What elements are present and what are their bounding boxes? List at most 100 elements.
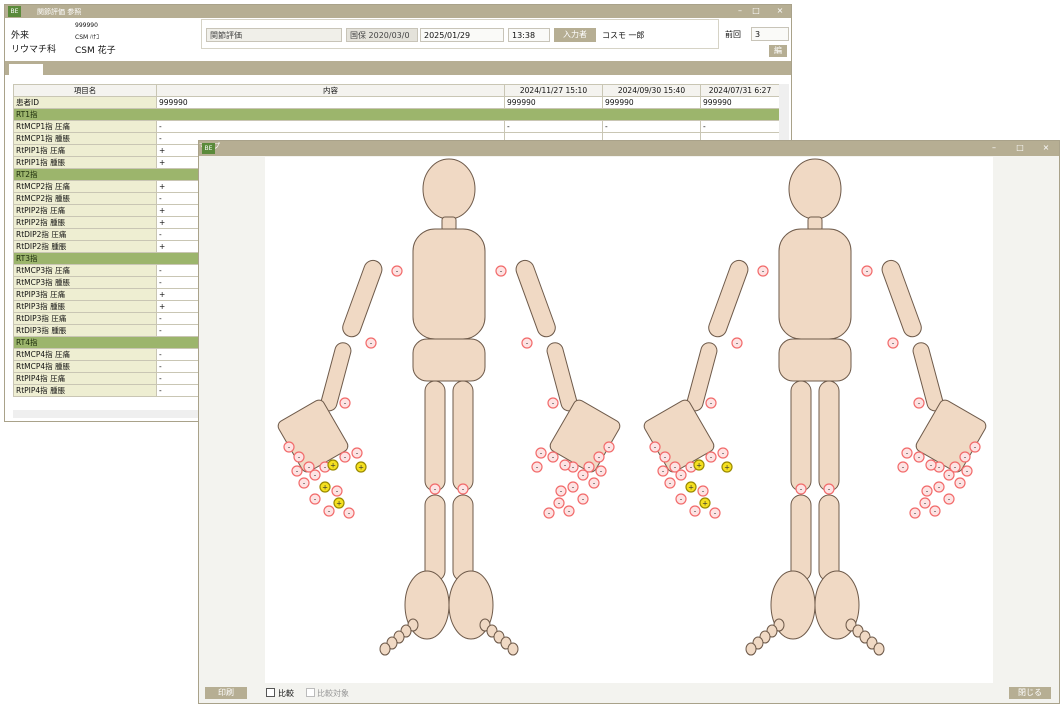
app-icon: BE [8, 6, 21, 17]
patient-id: 999990 [75, 22, 98, 29]
row-name-cell: RtDIP3指 腫脹 [13, 324, 157, 337]
body-figure-back: - -- -- -- -------- +--+- +---+--- ------- ---- -… [643, 158, 987, 656]
section-label: RT1指 [13, 108, 779, 121]
row-name-cell: 患者ID [13, 96, 157, 109]
pelvis [412, 338, 486, 382]
maximize-icon[interactable]: □ [749, 6, 763, 15]
hand-right [915, 399, 987, 473]
joint-marker-sign: + [724, 464, 730, 472]
dept-rheumatology: リウマチ科 [11, 45, 57, 55]
joint-marker-sign: + [702, 500, 708, 508]
prev-count-stepper[interactable]: 3 [751, 27, 789, 41]
row-value-cell[interactable]: 999990 [156, 96, 505, 109]
row-value-cell: - [602, 120, 701, 133]
compare-target-label: 比較対象 [317, 689, 349, 698]
compare-checkbox[interactable] [266, 688, 275, 697]
map-window: BE マップ – □ × ---------------+--+-+---+--… [198, 140, 1060, 704]
column-header[interactable]: 2024/07/31 6:27 [700, 84, 779, 97]
close-icon[interactable]: × [1039, 143, 1053, 152]
close-button[interactable]: 閉じる [1009, 687, 1051, 699]
row-name-cell: RtPIP2指 圧痛 [13, 204, 157, 217]
joint-marker-sign: + [688, 484, 694, 492]
date-field[interactable]: 2025/01/29 [420, 28, 504, 42]
minimize-icon[interactable]: – [733, 6, 747, 15]
row-value-cell: 999990 [602, 96, 701, 109]
body-figure-front: - -- -- -- -------- +--+- +---+--- ------- ---- -… [277, 158, 621, 656]
joint-marker-sign: + [330, 462, 336, 470]
toe [379, 642, 391, 656]
section-row: RT1指 [13, 108, 779, 121]
app-icon: BE [202, 143, 215, 154]
entry-toolbar: 関節評価 国保 2020/03/0 2025/01/29 13:38 入力者 コ… [201, 19, 719, 49]
dept-outpatient: 外来 [11, 31, 30, 41]
upper-arm-right [881, 259, 922, 338]
row-value-cell[interactable]: - [156, 120, 505, 133]
patient-kana: CSM ﾊﾅｺ [75, 34, 100, 41]
row-name-cell: RtMCP2指 圧痛 [13, 180, 157, 193]
shin-left [790, 494, 812, 582]
thigh-left [790, 380, 812, 492]
row-name-cell: RtPIP4指 腫脹 [13, 384, 157, 397]
column-header[interactable]: 2024/11/27 15:10 [504, 84, 603, 97]
hand-left [277, 399, 349, 473]
tab-main[interactable] [9, 64, 43, 75]
row-name-cell: RtMCP4指 圧痛 [13, 348, 157, 361]
row-name-cell: RtPIP3指 腫脹 [13, 300, 157, 313]
row-name-cell: RtPIP2指 腫脹 [13, 216, 157, 229]
column-header[interactable]: 2024/09/30 15:40 [602, 84, 701, 97]
row-name-cell: RtPIP1指 腫脹 [13, 156, 157, 169]
time-field[interactable]: 13:38 [508, 28, 550, 42]
row-name-cell: RtPIP1指 圧痛 [13, 144, 157, 157]
title-bar[interactable]: BE 関節評価 参照 – □ × [5, 5, 791, 18]
head [788, 158, 842, 220]
hand-right [549, 399, 621, 473]
print-button[interactable]: 印刷 [205, 687, 247, 699]
upper-arm-left [708, 259, 749, 338]
row-name-cell: RtPIP3指 圧痛 [13, 288, 157, 301]
window-title: 関節評価 参照 [37, 8, 82, 16]
thigh-right [818, 380, 840, 492]
toe [507, 642, 519, 656]
edit-button[interactable]: 編 [769, 45, 787, 57]
row-value-cell: - [700, 120, 779, 133]
map-title-bar[interactable]: BE マップ – □ × [199, 141, 1059, 156]
shin-right [452, 494, 474, 582]
tab-strip [5, 61, 791, 75]
joint-marker-sign: + [696, 462, 702, 470]
shin-left [424, 494, 446, 582]
toe [745, 642, 757, 656]
compare-label: 比較 [278, 689, 294, 698]
thigh-left [424, 380, 446, 492]
row-value-cell: 999990 [700, 96, 779, 109]
row-value-cell: - [504, 120, 603, 133]
joint-marker-sign: + [358, 464, 364, 472]
hand-left [643, 399, 715, 473]
row-name-cell: RtMCP4指 腫脹 [13, 360, 157, 373]
compare-target-checkbox[interactable] [306, 688, 315, 697]
minimize-icon[interactable]: – [987, 143, 1001, 152]
row-value-cell: 999990 [504, 96, 603, 109]
row-name-cell: RtDIP2指 圧痛 [13, 228, 157, 241]
joint-marker-sign: + [322, 484, 328, 492]
table-row[interactable]: 患者ID 999990 999990 999990 999990 [13, 96, 779, 109]
shin-right [818, 494, 840, 582]
upper-arm-right [515, 259, 556, 338]
head [422, 158, 476, 220]
maximize-icon[interactable]: □ [1013, 143, 1027, 152]
thigh-right [452, 380, 474, 492]
insurance-select[interactable]: 国保 2020/03/0 [346, 28, 418, 42]
table-row[interactable]: RtMCP1指 圧痛 - - - - [13, 120, 779, 133]
eval-type-field[interactable]: 関節評価 [206, 28, 342, 42]
torso [778, 228, 852, 340]
input-user-button[interactable]: 入力者 [554, 28, 596, 42]
patient-header: 外来 リウマチ科 999990 CSM ﾊﾅｺ CSM 花子 関節評価 国保 2… [5, 19, 791, 61]
column-header[interactable]: 項目名 [13, 84, 157, 97]
column-header[interactable]: 内容 [156, 84, 505, 97]
close-icon[interactable]: × [773, 6, 787, 15]
map-footer: 印刷 比較 比較対象 閉じる [199, 683, 1059, 703]
toe [873, 642, 885, 656]
body-map-canvas: - - - - - - - - - - - - - - - + - - + - + - - - + - - - - - - - - - - - - - - -… [265, 157, 993, 683]
patient-name: CSM 花子 [75, 46, 116, 56]
row-name-cell: RtMCP1指 腫脹 [13, 132, 157, 145]
row-name-cell: RtMCP3指 圧痛 [13, 264, 157, 277]
